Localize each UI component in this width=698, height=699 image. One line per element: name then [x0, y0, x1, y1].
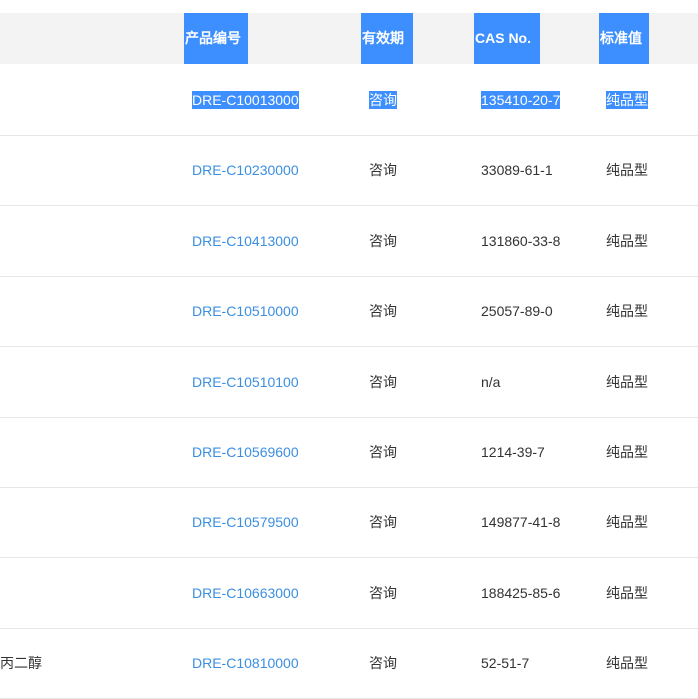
cas-number-text: 52-51-7 — [481, 655, 530, 672]
standard-type: 纯品型 — [606, 347, 648, 417]
table-row: 丙二醇 DRE-C10810000 咨询 52-51-7 纯品型 — [0, 628, 698, 699]
product-code-link-text[interactable]: DRE-C10413000 — [192, 233, 299, 249]
expiry-value-text: 咨询 — [369, 232, 397, 249]
standard-type: 纯品型 — [606, 417, 648, 487]
product-code-link-text[interactable]: DRE-C10663000 — [192, 585, 299, 601]
expiry-value-text: 咨询 — [369, 91, 397, 109]
expiry-value-text: 咨询 — [369, 303, 397, 320]
expiry-value: 咨询 — [369, 135, 397, 205]
header-product-code[interactable]: 产品编号 — [184, 13, 248, 64]
cas-number: 52-51-7 — [481, 628, 529, 698]
cas-number-text: 33089-61-1 — [481, 162, 553, 179]
table-row: DRE-C10579500 咨询 149877-41-8 纯品型 — [0, 487, 698, 559]
cas-number-text: 131860-33-8 — [481, 232, 561, 249]
standard-type-text: 纯品型 — [606, 655, 648, 672]
product-code-link-text[interactable]: DRE-C10510000 — [192, 303, 299, 319]
expiry-value-text: 咨询 — [369, 444, 397, 460]
cas-number: 25057-89-0 — [481, 276, 553, 346]
cas-number: 131860-33-8 — [481, 206, 560, 276]
table-row: DRE-C10230000 咨询 33089-61-1 纯品型 — [0, 135, 698, 207]
expiry-value-text: 咨询 — [369, 584, 397, 601]
standard-type: 纯品型 — [606, 206, 648, 276]
standard-type-text: 纯品型 — [606, 444, 648, 460]
table-header-band — [0, 13, 698, 64]
product-code-link-text[interactable]: DRE-C10810000 — [192, 655, 299, 671]
expiry-value: 咨询 — [369, 558, 397, 628]
product-code-link-text[interactable]: DRE-C10569600 — [192, 444, 299, 460]
product-code-link[interactable]: DRE-C10569600 — [192, 417, 299, 487]
standard-type-text: 纯品型 — [606, 162, 648, 179]
standard-type-text: 纯品型 — [606, 232, 648, 249]
standard-type-text: 纯品型 — [606, 373, 648, 390]
cas-number-text: n/a — [481, 373, 501, 390]
table-row: DRE-C10510000 咨询 25057-89-0 纯品型 — [0, 276, 698, 348]
cas-number: 188425-85-6 — [481, 558, 560, 628]
standard-type: 纯品型 — [606, 628, 648, 698]
cas-number-text: 149877-41-8 — [481, 514, 561, 531]
product-name: 丙二醇 — [0, 628, 42, 698]
product-name-text: 丙二醇 — [0, 655, 42, 672]
header-expiry[interactable]: 有效期 — [361, 13, 413, 64]
cas-number: 33089-61-1 — [481, 135, 553, 205]
table-row: DRE-C10013000 咨询 135410-20-7 纯品型 — [0, 65, 698, 136]
product-code-link-text[interactable]: DRE-C10510100 — [192, 374, 299, 390]
standard-type-text: 纯品型 — [606, 514, 648, 531]
expiry-value-text: 咨询 — [369, 655, 397, 672]
header-standard[interactable]: 标准值 — [599, 13, 649, 64]
product-code-link-text[interactable]: DRE-C10579500 — [192, 514, 299, 530]
standard-type-text: 纯品型 — [606, 91, 648, 109]
expiry-value: 咨询 — [369, 206, 397, 276]
cas-number-text: 135410-20-7 — [481, 91, 561, 109]
product-code-link[interactable]: DRE-C10510100 — [192, 347, 299, 417]
product-code-link[interactable]: DRE-C10510000 — [192, 276, 299, 346]
product-code-link[interactable]: DRE-C10579500 — [192, 487, 299, 557]
product-code-link[interactable]: DRE-C10230000 — [192, 135, 299, 205]
expiry-value: 咨询 — [369, 65, 397, 135]
standard-type: 纯品型 — [606, 276, 648, 346]
cas-number-text: 25057-89-0 — [481, 303, 553, 320]
expiry-value: 咨询 — [369, 276, 397, 346]
table-row: DRE-C10663000 咨询 188425-85-6 纯品型 — [0, 558, 698, 629]
table-row: DRE-C10569600 咨询 1214-39-7 纯品型 — [0, 417, 698, 488]
expiry-value: 咨询 — [369, 628, 397, 698]
expiry-value: 咨询 — [369, 347, 397, 417]
cas-number: n/a — [481, 347, 500, 417]
standard-type: 纯品型 — [606, 487, 648, 557]
expiry-value: 咨询 — [369, 417, 397, 487]
product-code-link[interactable]: DRE-C10663000 — [192, 558, 299, 628]
product-code-link[interactable]: DRE-C10413000 — [192, 206, 299, 276]
cas-number: 1214-39-7 — [481, 417, 545, 487]
table-row: DRE-C10510100 咨询 n/a 纯品型 — [0, 347, 698, 418]
expiry-value: 咨询 — [369, 487, 397, 557]
expiry-value-text: 咨询 — [369, 514, 397, 531]
standard-type: 纯品型 — [606, 65, 648, 135]
cas-number-text: 188425-85-6 — [481, 584, 561, 601]
standard-type: 纯品型 — [606, 558, 648, 628]
standard-type: 纯品型 — [606, 135, 648, 205]
standard-type-text: 纯品型 — [606, 584, 648, 601]
product-code-link[interactable]: DRE-C10810000 — [192, 628, 299, 698]
product-code-link-text[interactable]: DRE-C10013000 — [192, 91, 299, 109]
product-table: 产品编号 有效期 CAS No. 标准值 DRE-C10013000 咨询 1354… — [0, 0, 698, 699]
header-cas-no[interactable]: CAS No. — [474, 13, 540, 64]
product-code-link-text[interactable]: DRE-C10230000 — [192, 162, 299, 178]
expiry-value-text: 咨询 — [369, 373, 397, 390]
expiry-value-text: 咨询 — [369, 162, 397, 179]
cas-number-text: 1214-39-7 — [481, 444, 545, 460]
cas-number: 149877-41-8 — [481, 487, 560, 557]
standard-type-text: 纯品型 — [606, 303, 648, 320]
product-code-link[interactable]: DRE-C10013000 — [192, 65, 299, 135]
table-row: DRE-C10413000 咨询 131860-33-8 纯品型 — [0, 206, 698, 277]
cas-number: 135410-20-7 — [481, 65, 561, 135]
